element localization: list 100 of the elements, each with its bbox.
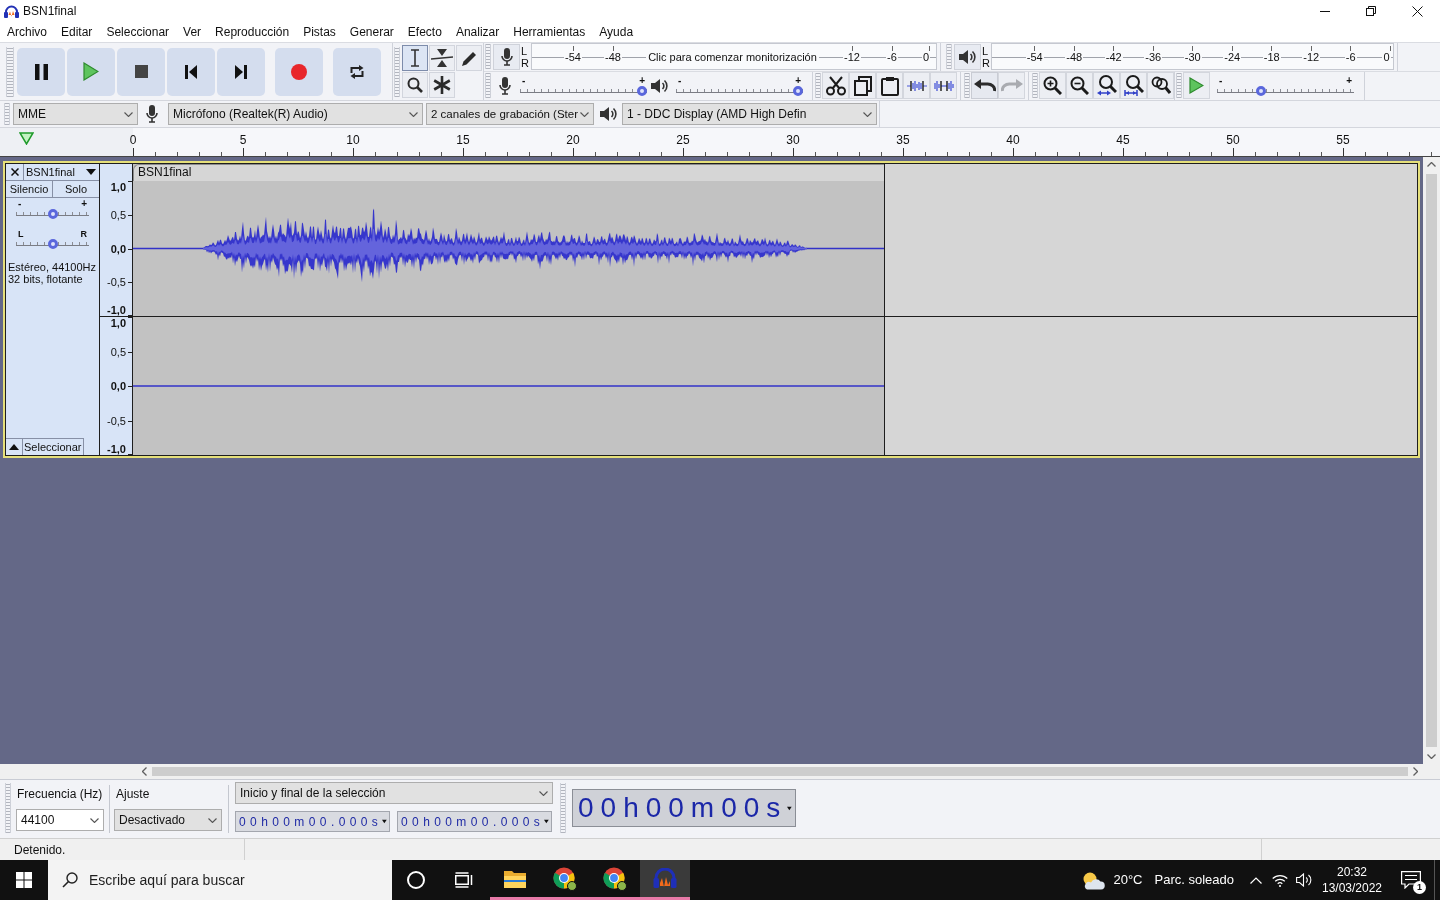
timeline-label: 25 (676, 133, 690, 147)
zoom-tool-button[interactable] (402, 72, 428, 98)
speaker-button[interactable] (954, 43, 981, 70)
menu-item[interactable]: Herramientas (506, 22, 593, 42)
notifications-button[interactable]: 1 (1388, 860, 1434, 900)
recording-meter[interactable]: -54 -48 Clic para comenzar monitorización -12 -6 0 (531, 43, 937, 71)
toolbar-grip[interactable] (815, 73, 821, 99)
cut-button[interactable] (822, 72, 849, 100)
menu-item[interactable]: Efecto (400, 22, 449, 42)
paste-button[interactable] (876, 72, 903, 100)
zoom-toggle-button[interactable] (1147, 72, 1174, 100)
draw-tool-button[interactable] (456, 45, 482, 71)
microphone-button[interactable] (493, 43, 520, 70)
search-field[interactable]: Escribe aquí para buscar (48, 860, 392, 900)
timeline-label: 50 (1226, 133, 1240, 147)
slider-thumb[interactable] (47, 209, 58, 219)
toolbar-grip[interactable] (5, 783, 11, 833)
slider-max-label: R (80, 229, 87, 239)
slider-thumb[interactable] (637, 85, 647, 96)
collapse-track-button[interactable] (6, 438, 23, 455)
pause-icon (34, 63, 48, 80)
project-rate-combobox[interactable]: 44100 (16, 809, 104, 831)
loop-button[interactable] (333, 47, 381, 96)
toolbar-grip[interactable] (485, 44, 491, 70)
host-dropdown[interactable]: MME (13, 103, 138, 125)
copy-button[interactable] (849, 72, 876, 100)
undo-button[interactable] (971, 72, 998, 100)
track-name-dropdown[interactable]: BSN1final (24, 164, 99, 180)
menu-item[interactable]: Generar (342, 22, 401, 42)
chevron-up-icon (1427, 162, 1436, 167)
silence-button[interactable] (930, 72, 957, 100)
toolbar-grip[interactable] (6, 46, 14, 97)
circle-icon (407, 871, 425, 889)
stop-button[interactable] (117, 47, 165, 96)
playback-meter[interactable]: -54 -48 -42 -36 -30 -24 -18 -12 -6 0 (991, 43, 1394, 71)
vertical-scrollbar[interactable] (1423, 157, 1440, 764)
meter-prompt-text: Clic para comenzar monitorización (646, 51, 819, 65)
clock-time[interactable]: 20:32 (1337, 864, 1367, 880)
folder-icon (503, 868, 527, 889)
menu-item[interactable]: Pistas (296, 22, 343, 42)
mute-button[interactable]: Silencio (6, 181, 53, 197)
snap-dropdown[interactable]: Desactivado (114, 809, 222, 831)
triangle-marker-icon[interactable] (19, 132, 34, 145)
menu-item[interactable]: Analizar (448, 22, 507, 42)
toolbar-grip[interactable] (485, 73, 491, 99)
selection-start-time[interactable]: 00h00m00.000s (235, 811, 390, 832)
slider-thumb[interactable] (1256, 85, 1267, 96)
skip-to-end-button[interactable] (217, 47, 265, 96)
toolbar-grip[interactable] (1176, 73, 1182, 99)
toolbar-grip[interactable] (1032, 73, 1038, 99)
menu-item[interactable]: Ver (176, 22, 209, 42)
chevron-down-icon (863, 111, 872, 117)
play-at-speed-button[interactable] (1183, 72, 1210, 100)
magnifier-icon (407, 77, 423, 93)
fit-selection-button[interactable] (1093, 72, 1120, 100)
chevron-down-icon (90, 817, 99, 823)
record-button[interactable] (275, 47, 323, 96)
channel-label: L (982, 44, 990, 57)
scrollbar-thumb[interactable] (152, 767, 1408, 776)
pause-button[interactable] (17, 47, 65, 96)
slider-min-label: - (18, 199, 22, 209)
select-tool-button[interactable] (402, 45, 428, 71)
slider-thumb[interactable] (47, 239, 58, 249)
solo-button[interactable]: Solo (53, 181, 99, 197)
menu-item[interactable]: Archivo (0, 22, 54, 42)
chevron-down-icon (409, 111, 418, 117)
toolbar-grip[interactable] (964, 73, 970, 99)
selection-mode-dropdown[interactable]: Inicio y final de la selección (235, 782, 553, 804)
audio-clip[interactable]: BSN1final (133, 164, 885, 455)
time-display[interactable]: 00h00m00s (572, 789, 796, 827)
toolbar-grip[interactable] (560, 783, 566, 833)
zoom-out-button[interactable] (1066, 72, 1093, 100)
selection-end-time[interactable]: 00h00m00.000s (397, 811, 552, 832)
menu-item[interactable]: Reproducción (208, 22, 297, 42)
toolbar-grip[interactable] (946, 44, 952, 70)
timeline-label: 55 (1336, 133, 1350, 147)
multi-tool-button[interactable] (429, 72, 455, 98)
envelope-tool-button[interactable] (429, 45, 455, 71)
timeline-label: 30 (786, 133, 800, 147)
trim-button[interactable] (903, 72, 930, 100)
toolbar-grip[interactable] (394, 46, 400, 97)
scrollbar-thumb[interactable] (1426, 174, 1437, 747)
microphone-icon (146, 105, 158, 123)
speaker-icon (651, 77, 669, 94)
fit-project-button[interactable] (1120, 72, 1147, 100)
skip-to-start-button[interactable] (167, 47, 215, 96)
four-squares-icon (16, 872, 32, 888)
clock-date[interactable]: 13/03/2022 (1321, 880, 1383, 896)
select-track-button[interactable]: Seleccionar (23, 438, 84, 455)
slider-thumb[interactable] (793, 85, 803, 96)
input-device-dropdown[interactable]: Micrófono (Realtek(R) Audio) (168, 103, 423, 125)
notification-icon (1401, 871, 1421, 889)
menu-item[interactable]: Seleccionar (99, 22, 177, 42)
clip-title[interactable]: BSN1final (133, 164, 884, 181)
channels-dropdown[interactable]: 2 canales de grabación (Ster (426, 103, 594, 125)
menu-item[interactable]: Editar (54, 22, 100, 42)
output-device-dropdown[interactable]: 1 - DDC Display (AMD High Defin (622, 103, 877, 125)
zoom-in-button[interactable] (1039, 72, 1066, 100)
menu-item[interactable]: Ayuda (592, 22, 641, 42)
toolbar-grip[interactable] (4, 103, 10, 125)
